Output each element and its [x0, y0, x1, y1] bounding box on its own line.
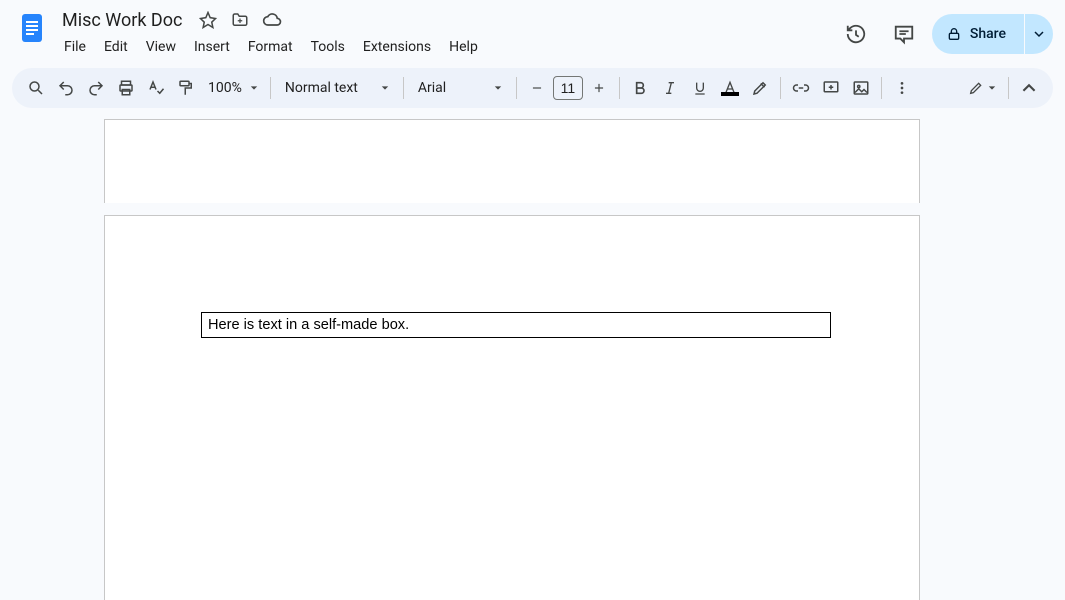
paragraph-style-value: Normal text: [285, 80, 358, 96]
more-toolbar-button[interactable]: [888, 74, 916, 102]
zoom-dropdown[interactable]: 100%: [202, 74, 264, 102]
separator: [881, 77, 882, 99]
menu-file[interactable]: File: [56, 35, 94, 59]
italic-button[interactable]: [656, 74, 684, 102]
doc-title[interactable]: Misc Work Doc: [56, 8, 188, 33]
star-icon[interactable]: [196, 8, 220, 32]
font-size-input[interactable]: [553, 76, 583, 100]
text-color-swatch: [721, 92, 739, 96]
redo-icon[interactable]: [82, 74, 110, 102]
share-label: Share: [970, 26, 1006, 42]
comments-icon[interactable]: [884, 14, 924, 54]
decrease-font-size-button[interactable]: [523, 74, 551, 102]
separator: [780, 77, 781, 99]
increase-font-size-button[interactable]: [585, 74, 613, 102]
underline-button[interactable]: [686, 74, 714, 102]
move-icon[interactable]: [228, 8, 252, 32]
menu-edit[interactable]: Edit: [96, 35, 136, 59]
search-menus-icon[interactable]: [22, 74, 50, 102]
separator: [1008, 77, 1009, 99]
box-text[interactable]: Here is text in a self-made box.: [208, 317, 409, 333]
page[interactable]: Here is text in a self-made box.: [104, 215, 920, 600]
caret-down-icon: [988, 84, 996, 92]
spellcheck-icon[interactable]: [142, 74, 170, 102]
paint-format-icon[interactable]: [172, 74, 200, 102]
menu-tools[interactable]: Tools: [303, 35, 353, 59]
insert-link-button[interactable]: [787, 74, 815, 102]
menu-format[interactable]: Format: [240, 35, 301, 59]
menu-view[interactable]: View: [138, 35, 184, 59]
highlight-button[interactable]: [746, 74, 774, 102]
separator: [403, 77, 404, 99]
share-dropdown[interactable]: [1025, 14, 1053, 54]
caret-down-icon: [494, 84, 502, 92]
lock-icon: [946, 26, 962, 42]
page-previous-bottom[interactable]: [104, 119, 920, 203]
caret-down-icon: [250, 84, 258, 92]
menu-extensions[interactable]: Extensions: [355, 35, 439, 59]
editing-mode-button[interactable]: [962, 74, 1002, 102]
separator: [270, 77, 271, 99]
toolbar: 100% Normal text Arial: [12, 68, 1053, 108]
font-family-dropdown[interactable]: Arial: [410, 74, 510, 102]
menu-insert[interactable]: Insert: [186, 35, 238, 59]
document-canvas[interactable]: Here is text in a self-made box.: [0, 118, 1065, 600]
paragraph-style-dropdown[interactable]: Normal text: [277, 74, 397, 102]
add-comment-button[interactable]: [817, 74, 845, 102]
caret-down-icon: [1034, 29, 1044, 39]
separator: [516, 77, 517, 99]
docs-logo[interactable]: [12, 8, 52, 48]
collapse-toolbar-button[interactable]: [1015, 74, 1043, 102]
zoom-value: 100%: [208, 80, 242, 96]
bordered-paragraph[interactable]: Here is text in a self-made box.: [201, 312, 831, 338]
share-button[interactable]: Share: [932, 14, 1024, 54]
menu-help[interactable]: Help: [441, 35, 486, 59]
insert-image-button[interactable]: [847, 74, 875, 102]
text-color-button[interactable]: [716, 74, 744, 102]
font-family-value: Arial: [418, 80, 446, 96]
menu-bar: File Edit View Insert Format Tools Exten…: [56, 32, 836, 62]
undo-icon[interactable]: [52, 74, 80, 102]
separator: [619, 77, 620, 99]
bold-button[interactable]: [626, 74, 654, 102]
app-header: Misc Work Doc File Edit View Insert Form…: [0, 0, 1065, 62]
print-icon[interactable]: [112, 74, 140, 102]
cloud-status-icon[interactable]: [260, 8, 284, 32]
caret-down-icon: [381, 84, 389, 92]
history-icon[interactable]: [836, 14, 876, 54]
